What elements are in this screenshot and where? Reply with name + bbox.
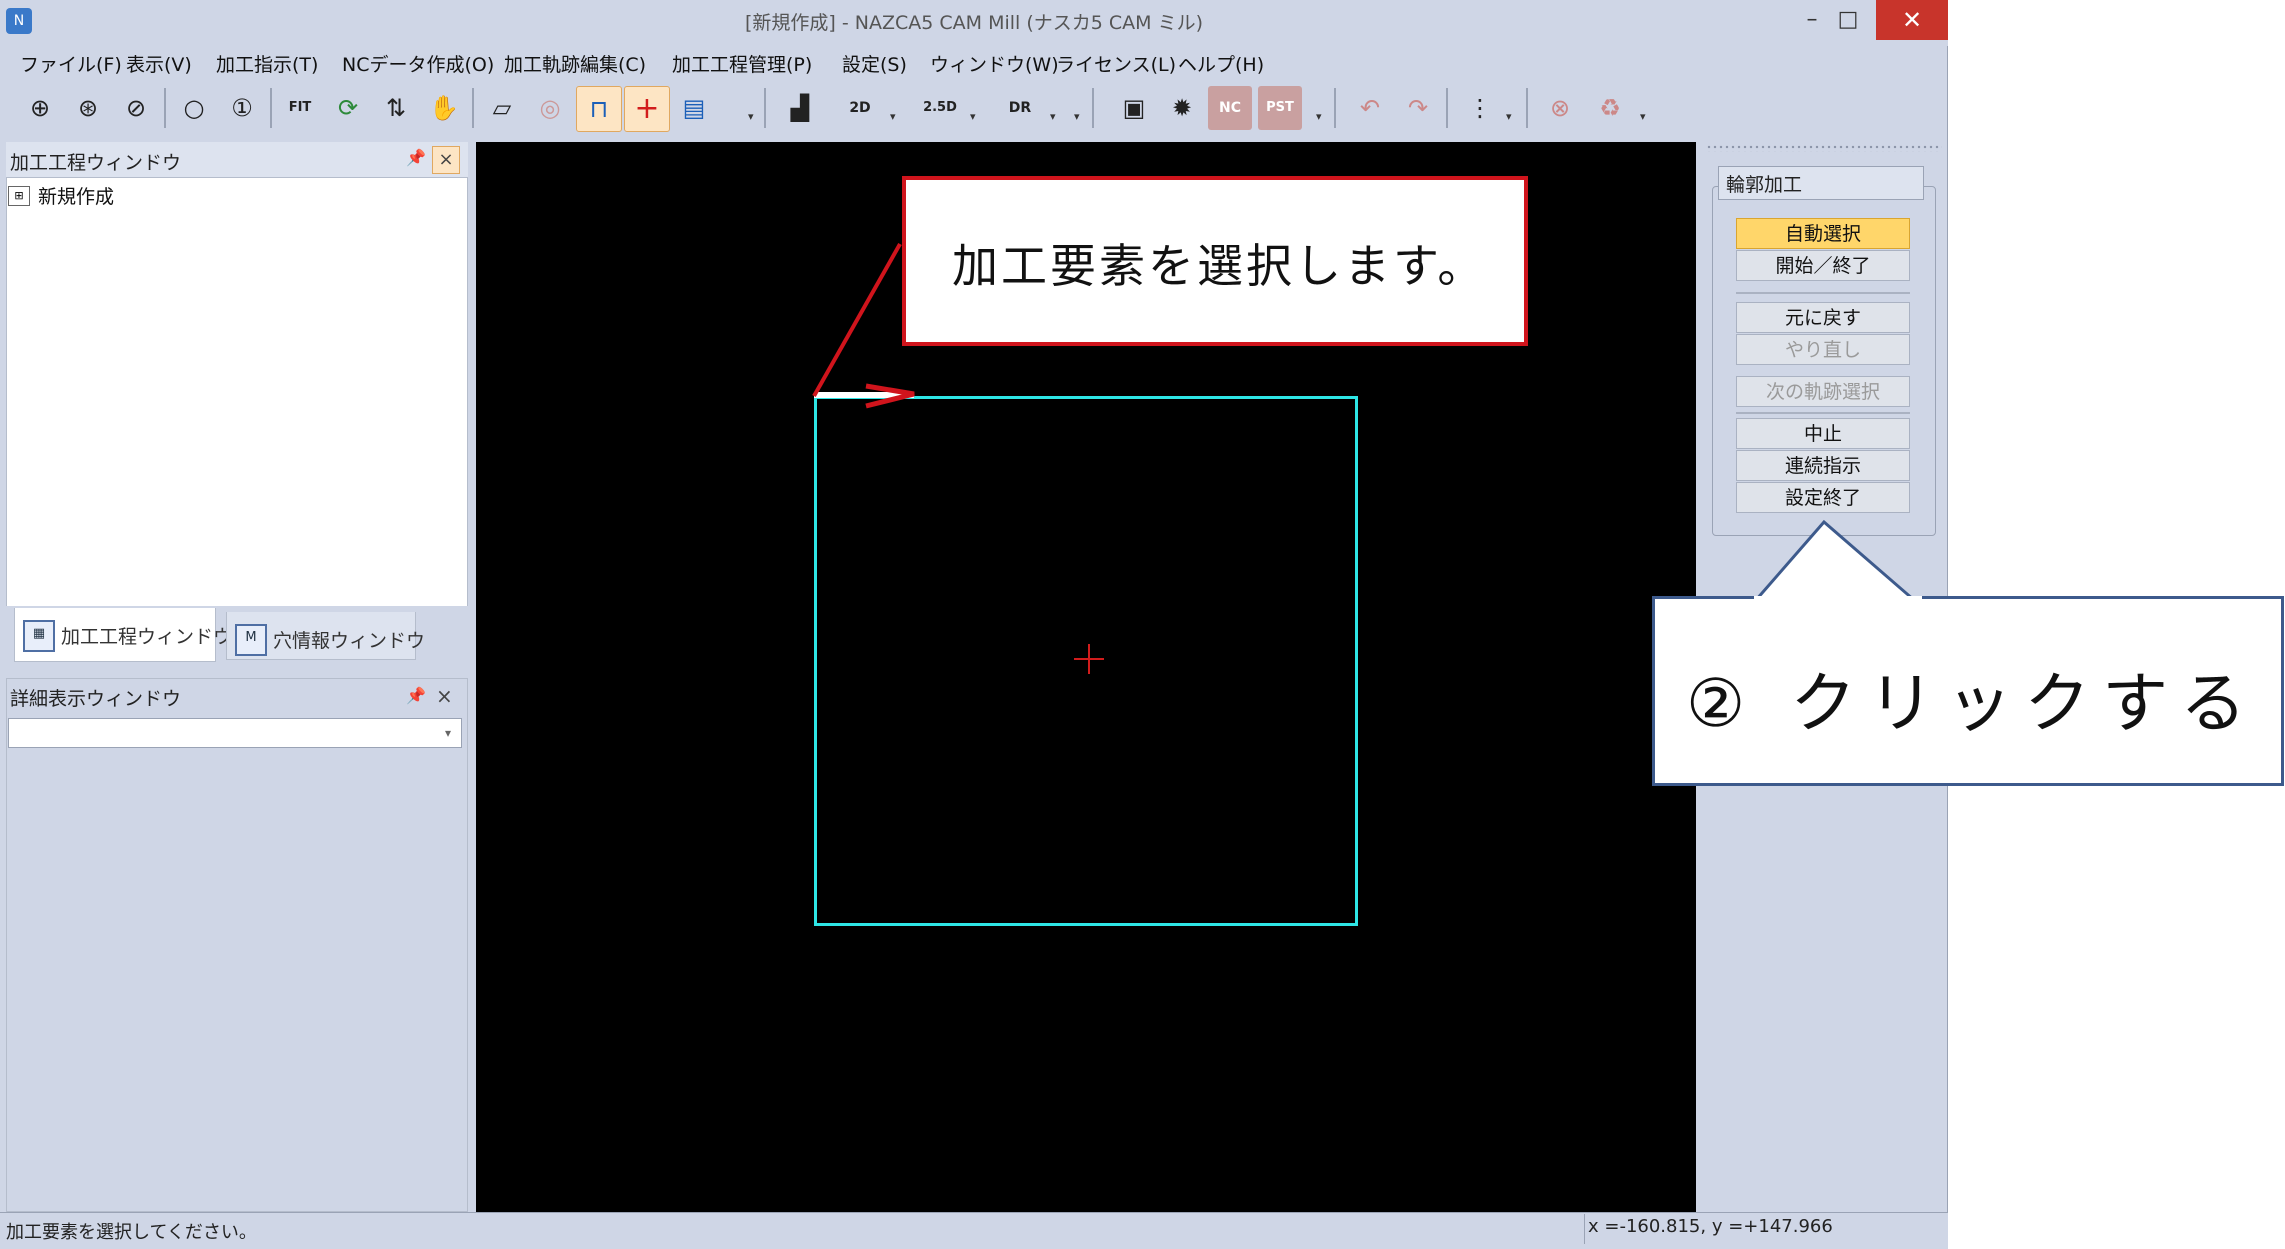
status-message: 加工要素を選択してください。: [6, 1222, 257, 1243]
menu-toolpath-edit[interactable]: 加工軌跡編集(C): [504, 50, 646, 77]
tree-item-new[interactable]: 新規作成: [38, 182, 114, 209]
start-end-button[interactable]: 開始／終了: [1736, 250, 1910, 281]
film-icon[interactable]: ▣: [1112, 86, 1156, 130]
zoom-in-icon[interactable]: ⊕: [18, 86, 62, 130]
menu-bar: ファイル(F) 表示(V) 加工指示(T) NCデータ作成(O) 加工軌跡編集(…: [0, 46, 1948, 80]
tab-label: 穴情報ウィンドウ: [273, 630, 426, 652]
pin-icon[interactable]: 📌: [406, 148, 426, 167]
undo-button[interactable]: 元に戻す: [1736, 302, 1910, 333]
origin-plus-icon[interactable]: +: [624, 86, 670, 132]
tab-label: 加工工程ウィンドウ: [61, 626, 233, 648]
menu-window[interactable]: ウィンドウ(W): [930, 50, 1059, 77]
process-tab-icon: ▦: [23, 620, 55, 652]
delete-process-icon[interactable]: ⊗: [1538, 86, 1582, 130]
zoom-half-icon[interactable]: ⊘: [114, 86, 158, 130]
stop-button[interactable]: 中止: [1736, 418, 1910, 449]
auto-select-button[interactable]: 自動選択: [1736, 218, 1910, 249]
menu-license[interactable]: ライセンス(L): [1056, 50, 1176, 77]
contour-machining-title: 輪郭加工: [1726, 174, 1803, 196]
close-icon[interactable]: ×: [436, 684, 453, 708]
window-title: [新規作成] - NAZCA5 CAM Mill (ナスカ5 CAM ミル): [745, 12, 1203, 34]
pan-arrows-icon[interactable]: ⇅: [374, 86, 418, 130]
coordinate-readout: x =-160.815, y =+147.966: [1588, 1216, 1833, 1237]
callout-select-text: 加工要素を選択します。: [952, 239, 1487, 293]
panel-grip[interactable]: [1706, 144, 1942, 152]
2.5d-icon[interactable]: 2.5D: [918, 86, 962, 130]
tree-node-icon: ⊞: [8, 186, 30, 206]
detail-window: [6, 678, 468, 1212]
redraw-icon[interactable]: ⟳: [326, 86, 370, 130]
finish-settings-button[interactable]: 設定終了: [1736, 482, 1910, 513]
menu-machining-instruction[interactable]: 加工指示(T): [216, 50, 318, 77]
menu-help[interactable]: ヘルプ(H): [1178, 50, 1264, 77]
tool-path-icon[interactable]: ▤: [672, 86, 716, 130]
menu-file[interactable]: ファイル(F): [20, 50, 122, 77]
process-window-title: 加工工程ウィンドウ: [10, 152, 182, 174]
dr-icon[interactable]: DR: [998, 86, 1042, 130]
work-setup-icon[interactable]: ▟: [778, 86, 822, 130]
menu-settings[interactable]: 設定(S): [842, 50, 907, 77]
continuous-button[interactable]: 連続指示: [1736, 450, 1910, 481]
callout-click-text: ② クリックする: [1686, 665, 2259, 742]
next-path-button[interactable]: 次の軌跡選択: [1736, 376, 1910, 407]
process-window: [6, 142, 468, 662]
callout-pointer-up: [1754, 519, 1922, 602]
2d-icon[interactable]: 2D: [838, 86, 882, 130]
hole-tool-icon[interactable]: ⊓: [576, 86, 622, 132]
hand-icon[interactable]: ✋: [422, 86, 466, 130]
tab-process-window[interactable]: ▦ 加工工程ウィンドウ: [14, 608, 232, 662]
chevron-down-icon[interactable]: ▾: [436, 720, 460, 746]
close-button[interactable]: ✕: [1876, 0, 1948, 40]
zoom-icon[interactable]: ○: [172, 86, 216, 130]
trash-icon[interactable]: ♻: [1588, 86, 1632, 130]
contour-rectangle[interactable]: [814, 396, 1358, 926]
redo-button[interactable]: やり直し: [1736, 334, 1910, 365]
undo-icon[interactable]: ↶: [1348, 86, 1392, 130]
detail-select[interactable]: [8, 718, 462, 748]
zoom-x2-icon[interactable]: ⊛: [66, 86, 110, 130]
redo-icon[interactable]: ↷: [1396, 86, 1440, 130]
gear-wheel-icon[interactable]: ✹: [1160, 86, 1204, 130]
hole-info-tab-icon: M: [235, 624, 267, 656]
origin-crosshair: [1088, 644, 1090, 674]
toolbar: ⊕ ⊛ ⊘ ○ ① FIT ⟳ ⇅ ✋ ▱ ◎ ⊓ + ▤ ▾ ▟ 2D ▾ 2…: [8, 84, 1662, 134]
maximize-button[interactable]: □: [1820, 0, 1876, 40]
zoom-1-icon[interactable]: ①: [220, 86, 264, 130]
menu-process-management[interactable]: 加工工程管理(P): [672, 50, 812, 77]
layer-icon[interactable]: ▱: [480, 86, 524, 130]
fit-icon[interactable]: FIT: [278, 86, 322, 130]
nc-icon[interactable]: NC: [1208, 86, 1252, 130]
menu-view[interactable]: 表示(V): [126, 50, 192, 77]
pin-icon[interactable]: 📌: [406, 686, 426, 705]
stock-icon[interactable]: ◎: [528, 86, 572, 130]
tab-hole-info-window[interactable]: M 穴情報ウィンドウ: [226, 612, 425, 660]
pst-icon[interactable]: PST: [1258, 86, 1302, 130]
detail-window-title: 詳細表示ウィンドウ: [10, 688, 182, 710]
menu-nc-data[interactable]: NCデータ作成(O): [342, 50, 494, 77]
close-icon[interactable]: ×: [432, 146, 460, 174]
process-tree-icon[interactable]: ⋮: [1458, 86, 1502, 130]
